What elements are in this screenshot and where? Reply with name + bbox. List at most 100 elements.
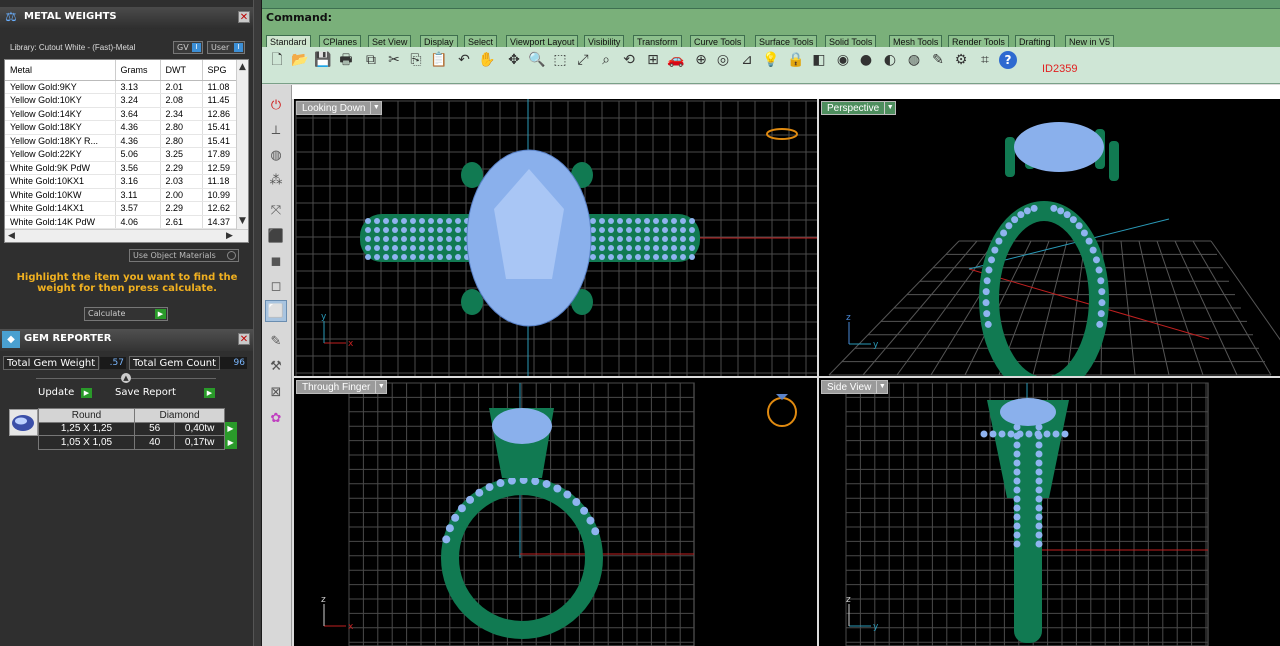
calculate-button[interactable]: Calculate ▶ (84, 307, 168, 321)
viewport-label[interactable]: Side View ▼ (821, 380, 889, 394)
metal-row[interactable]: White Gold:9K PdW 3.56 2.29 12.59 (5, 161, 243, 175)
scroll-up-icon[interactable]: ▲ (239, 62, 246, 72)
save-icon[interactable]: 💾 (314, 51, 332, 69)
box-iso-icon[interactable]: ⬜ (265, 300, 287, 322)
close-icon[interactable]: ✕ (238, 11, 250, 23)
zoom-window-icon[interactable]: ⬚ (551, 51, 569, 69)
column-header[interactable]: DWT (160, 60, 203, 81)
open-icon[interactable]: 📂 (291, 51, 309, 69)
play-icon: ▶ (81, 388, 92, 398)
viewport-through-finger[interactable]: xz Through Finger ▼ (294, 378, 817, 646)
pan-icon[interactable]: ✋ (478, 51, 496, 69)
command-label: Command: (266, 11, 333, 24)
light-icon[interactable]: 💡 (762, 51, 780, 69)
vertical-scrollbar[interactable]: ▲ ▼ (236, 60, 248, 230)
save-report-button[interactable]: Save Report ▶ (111, 386, 217, 400)
metal-dwt: 2.03 (160, 174, 203, 189)
color-wheel-icon[interactable]: ◉ (834, 51, 852, 69)
box-icon[interactable]: ⬛ (265, 225, 287, 247)
undo-icon[interactable]: ↶ (455, 51, 473, 69)
print-icon[interactable]: 🖶 (337, 51, 355, 69)
viewport-looking-down[interactable]: xy Looking Down ▼ (294, 99, 817, 376)
four-view-icon[interactable]: ⊞ (644, 51, 662, 69)
cut-icon[interactable]: ✂ (385, 51, 403, 69)
help-icon[interactable]: ? (999, 51, 1017, 69)
box-front-icon[interactable]: ◼ (265, 250, 287, 272)
row-play-icon[interactable]: ▶ (224, 422, 237, 436)
box-side-icon[interactable]: ◻ (265, 275, 287, 297)
zoom-extents-icon[interactable]: ⤢ (574, 51, 592, 69)
dropdown-icon: ▼ (375, 381, 386, 393)
gem-row[interactable]: 1,25 X 1,25 56 0,40tw ▶ (38, 421, 237, 436)
copy-icon[interactable]: ⎘ (407, 51, 425, 69)
zoom-selected-icon[interactable]: ⌕ (597, 51, 615, 69)
metal-row[interactable]: White Gold:10KW 3.11 2.00 10.99 (5, 188, 243, 202)
transform-icon[interactable]: ⤧ (265, 199, 287, 221)
viewport-label[interactable]: Looking Down ▼ (296, 101, 383, 115)
viewport-label[interactable]: Perspective ▼ (821, 101, 897, 115)
dimension-icon[interactable]: ◎ (714, 51, 732, 69)
axis-icon[interactable]: ⟂ (265, 119, 287, 141)
lock-icon[interactable]: 🔒 (787, 51, 805, 69)
metal-row[interactable]: Yellow Gold:18KY 4.36 2.80 15.41 (5, 120, 243, 135)
horizontal-scrollbar[interactable]: ◀ ▶ (5, 229, 248, 242)
paste-icon[interactable]: 📋 (430, 51, 448, 69)
metal-grams: 3.13 (115, 80, 161, 94)
shade-icon[interactable]: ● (857, 51, 875, 69)
slider-handle[interactable]: ▲ (121, 373, 131, 383)
brush-icon[interactable]: ✎ (265, 330, 287, 352)
grid-snap-icon[interactable]: ⌗ (976, 51, 994, 69)
gem-row[interactable]: 1,05 X 1,05 40 0,17tw ▶ (38, 435, 237, 450)
gear-pink-icon[interactable]: ✿ (265, 407, 287, 429)
metal-row[interactable]: Yellow Gold:18KY R... 4.36 2.80 15.41 (5, 134, 243, 148)
close-icon[interactable]: ✕ (238, 333, 250, 345)
export-icon[interactable]: ⧉ (362, 51, 380, 69)
metal-row[interactable]: Yellow Gold:22KY 5.06 3.25 17.89 (5, 147, 243, 162)
layer-icon[interactable]: ◧ (810, 51, 828, 69)
metal-row[interactable]: Yellow Gold:9KY 3.13 2.01 11.08 (5, 80, 243, 94)
metal-row[interactable]: White Gold:14KX1 3.57 2.29 12.62 (5, 201, 243, 216)
metal-row[interactable]: White Gold:14K PdW 4.06 2.61 14.37 (5, 215, 243, 229)
viewport-perspective[interactable]: yz Perspective ▼ (819, 99, 1280, 376)
metal-grams: 4.06 (115, 215, 161, 229)
sphere-icon[interactable]: ◍ (905, 51, 923, 69)
toggle-icon: I (234, 43, 243, 52)
render-icon[interactable]: ◐ (881, 51, 899, 69)
move-icon[interactable]: ✥ (505, 51, 523, 69)
settings-icon[interactable]: ⚙ (952, 51, 970, 69)
snap-icon[interactable]: ⊕ (692, 51, 710, 69)
cplane-icon[interactable]: ⊿ (738, 51, 756, 69)
metal-row[interactable]: Yellow Gold:14KY 3.64 2.34 12.86 (5, 107, 243, 121)
toggle-icon: I (192, 43, 201, 52)
metal-row[interactable]: Yellow Gold:10KY 3.24 2.08 11.45 (5, 93, 243, 108)
gem-count: 56 (133, 421, 176, 436)
center-stone (492, 408, 552, 444)
scroll-right-icon[interactable]: ▶ (226, 231, 233, 241)
use-object-materials-toggle[interactable]: Use Object Materials (129, 249, 239, 262)
scroll-left-icon[interactable]: ◀ (8, 231, 15, 241)
power-icon[interactable]: ⏻ (265, 94, 287, 116)
user-toggle[interactable]: User I (207, 41, 245, 54)
viewport-side-view[interactable]: yz Side View ▼ (819, 378, 1280, 646)
row-play-icon[interactable]: ▶ (224, 435, 237, 449)
scroll-down-icon[interactable]: ▼ (239, 216, 246, 226)
column-header[interactable]: Grams (115, 60, 161, 81)
metal-row[interactable]: White Gold:10KX1 3.16 2.03 11.18 (5, 174, 243, 189)
metal-dwt: 3.25 (160, 147, 203, 162)
update-button[interactable]: Update ▶ (34, 386, 94, 400)
library-label: Library: Cutout White - (Fast)-Metal (10, 43, 136, 52)
tool-icon[interactable]: ⚒ (265, 355, 287, 377)
panel-splitter[interactable] (253, 0, 262, 646)
stop-icon[interactable]: ⊠ (265, 381, 287, 403)
new-file-icon[interactable]: 🗋 (268, 51, 286, 69)
column-header[interactable]: Metal (5, 60, 116, 81)
zoom-icon[interactable]: 🔍 (528, 51, 546, 69)
gem-size: 1,25 X 1,25 (38, 421, 135, 436)
rotate-view-icon[interactable]: ⟲ (620, 51, 638, 69)
car-icon[interactable]: 🚗 (667, 51, 685, 69)
points-icon[interactable]: ⁂ (265, 169, 287, 191)
globe-icon[interactable]: ◍ (265, 144, 287, 166)
viewport-label[interactable]: Through Finger ▼ (296, 380, 388, 394)
material-icon[interactable]: ✎ (929, 51, 947, 69)
gv-toggle[interactable]: GV I (173, 41, 203, 54)
